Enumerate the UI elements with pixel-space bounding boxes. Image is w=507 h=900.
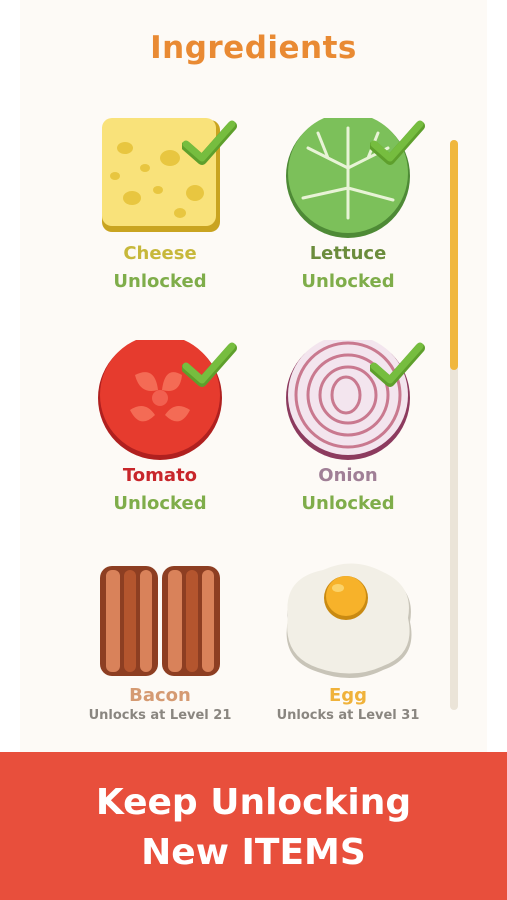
ingredient-card-lettuce[interactable]: Lettuce Unlocked: [258, 118, 438, 318]
ingredient-status: Unlocks at Level 31: [276, 708, 420, 723]
ingredient-card-bacon[interactable]: Bacon Unlocks at Level 21: [70, 560, 250, 760]
ingredient-name: Bacon: [129, 685, 191, 706]
check-icon: [370, 120, 425, 165]
ingredient-card-egg[interactable]: Egg Unlocks at Level 31: [258, 560, 438, 760]
egg-icon: [286, 563, 412, 679]
ingredient-status: Unlocked: [301, 271, 395, 292]
ingredient-status: Unlocked: [113, 271, 207, 292]
ingredient-name: Lettuce: [309, 243, 387, 264]
banner-line-2: New ITEMS: [141, 832, 366, 873]
check-icon: [182, 342, 237, 387]
ingredient-name: Onion: [318, 465, 378, 486]
ingredient-status: Unlocked: [301, 493, 395, 514]
ingredient-card-tomato[interactable]: Tomato Unlocked: [70, 340, 250, 540]
promo-banner: Keep Unlocking New ITEMS: [0, 752, 507, 900]
ingredient-card-cheese[interactable]: Cheese Unlocked: [70, 118, 250, 318]
banner-line-1: Keep Unlocking: [95, 782, 412, 823]
ingredient-name: Egg: [328, 685, 368, 706]
check-icon: [370, 342, 425, 387]
ingredient-status: Unlocked: [113, 493, 207, 514]
ingredient-status: Unlocks at Level 21: [88, 708, 232, 723]
ingredient-name: Tomato: [122, 465, 198, 486]
ingredient-name: Cheese: [123, 243, 197, 264]
scrollbar-thumb[interactable]: [450, 140, 458, 370]
ingredients-grid: Cheese Unlocked Lettuce Unlocked Tomato …: [0, 0, 507, 752]
ingredient-card-onion[interactable]: Onion Unlocked: [258, 340, 438, 540]
bacon-icon: [100, 566, 220, 676]
scrollbar[interactable]: [450, 140, 458, 710]
check-icon: [182, 120, 237, 165]
